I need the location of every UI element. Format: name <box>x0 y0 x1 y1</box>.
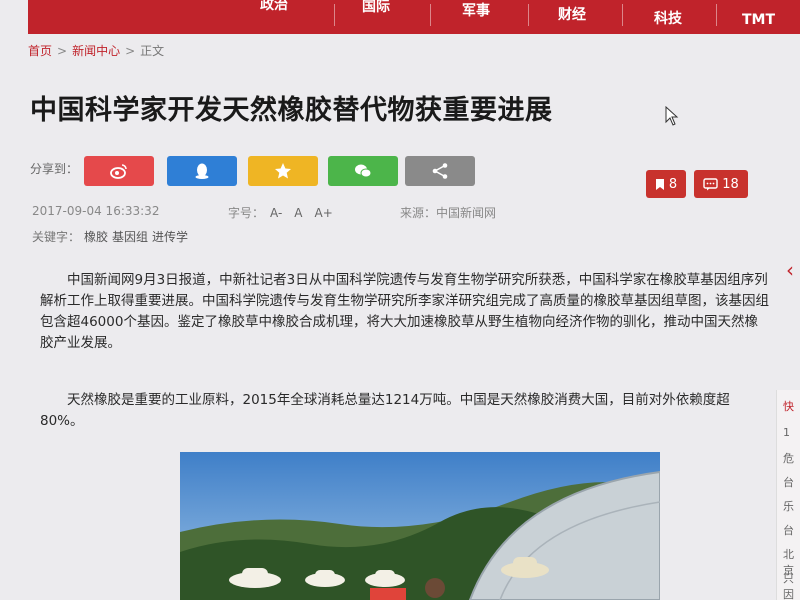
chevron-left-icon[interactable]: ‹ <box>786 258 794 282</box>
keywords-row: 关键字： 橡胶 基因组 进传学 <box>32 228 188 245</box>
article-photo <box>180 452 660 600</box>
nav-item-military[interactable]: 军事 <box>462 0 490 20</box>
qq-icon <box>195 163 209 179</box>
top-nav: 政治 国际 军事 财经 科技 TMT <box>28 0 800 34</box>
share-wechat-button[interactable] <box>328 156 398 186</box>
nav-divider <box>528 4 529 26</box>
comment-icon <box>703 177 718 190</box>
font-size-normal[interactable]: A <box>294 206 302 220</box>
breadcrumb-news-link[interactable]: 新闻中心 <box>72 44 120 58</box>
bookmark-count-button[interactable]: 8 <box>646 170 686 198</box>
sidebar-text: 危 <box>783 452 794 465</box>
sidebar-text: 1 <box>783 426 790 439</box>
nav-divider <box>622 4 623 26</box>
article-photo-illustration <box>180 452 660 600</box>
bookmark-icon <box>655 178 664 190</box>
keywords-label: 关键字： <box>32 230 81 244</box>
share-qzone-button[interactable] <box>248 156 318 186</box>
keyword-link[interactable]: 进传学 <box>152 230 188 244</box>
breadcrumb-current: 正文 <box>140 44 165 58</box>
breadcrumb-separator: > <box>125 44 136 58</box>
sidebar-text: 只因 <box>783 572 794 600</box>
share-more-button[interactable] <box>405 156 475 186</box>
share-qq-button[interactable] <box>167 156 237 186</box>
bookmark-count: 8 <box>668 176 678 192</box>
source-name: 中国新闻网 <box>436 206 497 220</box>
breadcrumb: 首页 > 新闻中心 > 正文 <box>28 42 164 59</box>
keyword-link[interactable]: 橡胶 <box>84 230 108 244</box>
source-label: 来源： <box>400 206 437 220</box>
font-size-larger[interactable]: A+ <box>315 206 333 220</box>
share-label: 分享到： <box>30 162 79 176</box>
font-size-smaller[interactable]: A- <box>270 206 282 220</box>
share-icon <box>432 163 448 179</box>
nav-divider <box>334 4 335 26</box>
page-title: 中国科学家开发天然橡胶替代物获重要进展 <box>30 95 553 126</box>
article-paragraph: 天然橡胶是重要的工业原料，2015年全球消耗总量达1214万吨。中国是天然橡胶消… <box>40 392 730 429</box>
nav-divider <box>716 4 717 26</box>
nav-item-finance[interactable]: 财经 <box>558 4 586 24</box>
share-weibo-button[interactable] <box>84 156 154 186</box>
sidebar-fragment: 快 1 危 台 乐 台 北京 只因 <box>776 390 800 600</box>
sidebar-text: 台 <box>783 524 794 537</box>
sidebar-text: 快 <box>783 400 794 413</box>
breadcrumb-home-link[interactable]: 首页 <box>28 44 52 58</box>
breadcrumb-separator: > <box>57 44 68 58</box>
nav-item-tmt[interactable]: TMT <box>742 12 775 28</box>
publish-datetime: 2017-09-04 16:33:32 <box>32 204 160 218</box>
mouse-cursor-icon <box>665 106 679 126</box>
nav-item-tech[interactable]: 科技 <box>654 8 682 28</box>
keyword-link[interactable]: 基因组 <box>112 230 148 244</box>
article-paragraph: 中国新闻网9月3日报道，中新社记者3日从中国科学院遗传与发育生物学研究所获悉，中… <box>40 272 769 351</box>
sidebar-text: 乐 <box>783 500 794 513</box>
nav-item-politics[interactable]: 政治 <box>260 0 288 14</box>
source-info: 来源：中国新闻网 <box>400 204 496 221</box>
nav-divider <box>430 4 431 26</box>
comment-count-button[interactable]: 18 <box>694 170 748 198</box>
weibo-icon <box>110 164 127 179</box>
qzone-star-icon <box>275 163 291 179</box>
font-size-control: 字号： A- A A+ <box>228 204 339 221</box>
comment-count: 18 <box>722 176 739 192</box>
wechat-icon <box>355 164 372 178</box>
font-size-label: 字号： <box>228 206 265 220</box>
nav-item-international[interactable]: 国际 <box>362 0 390 16</box>
sidebar-text: 台 <box>783 476 794 489</box>
